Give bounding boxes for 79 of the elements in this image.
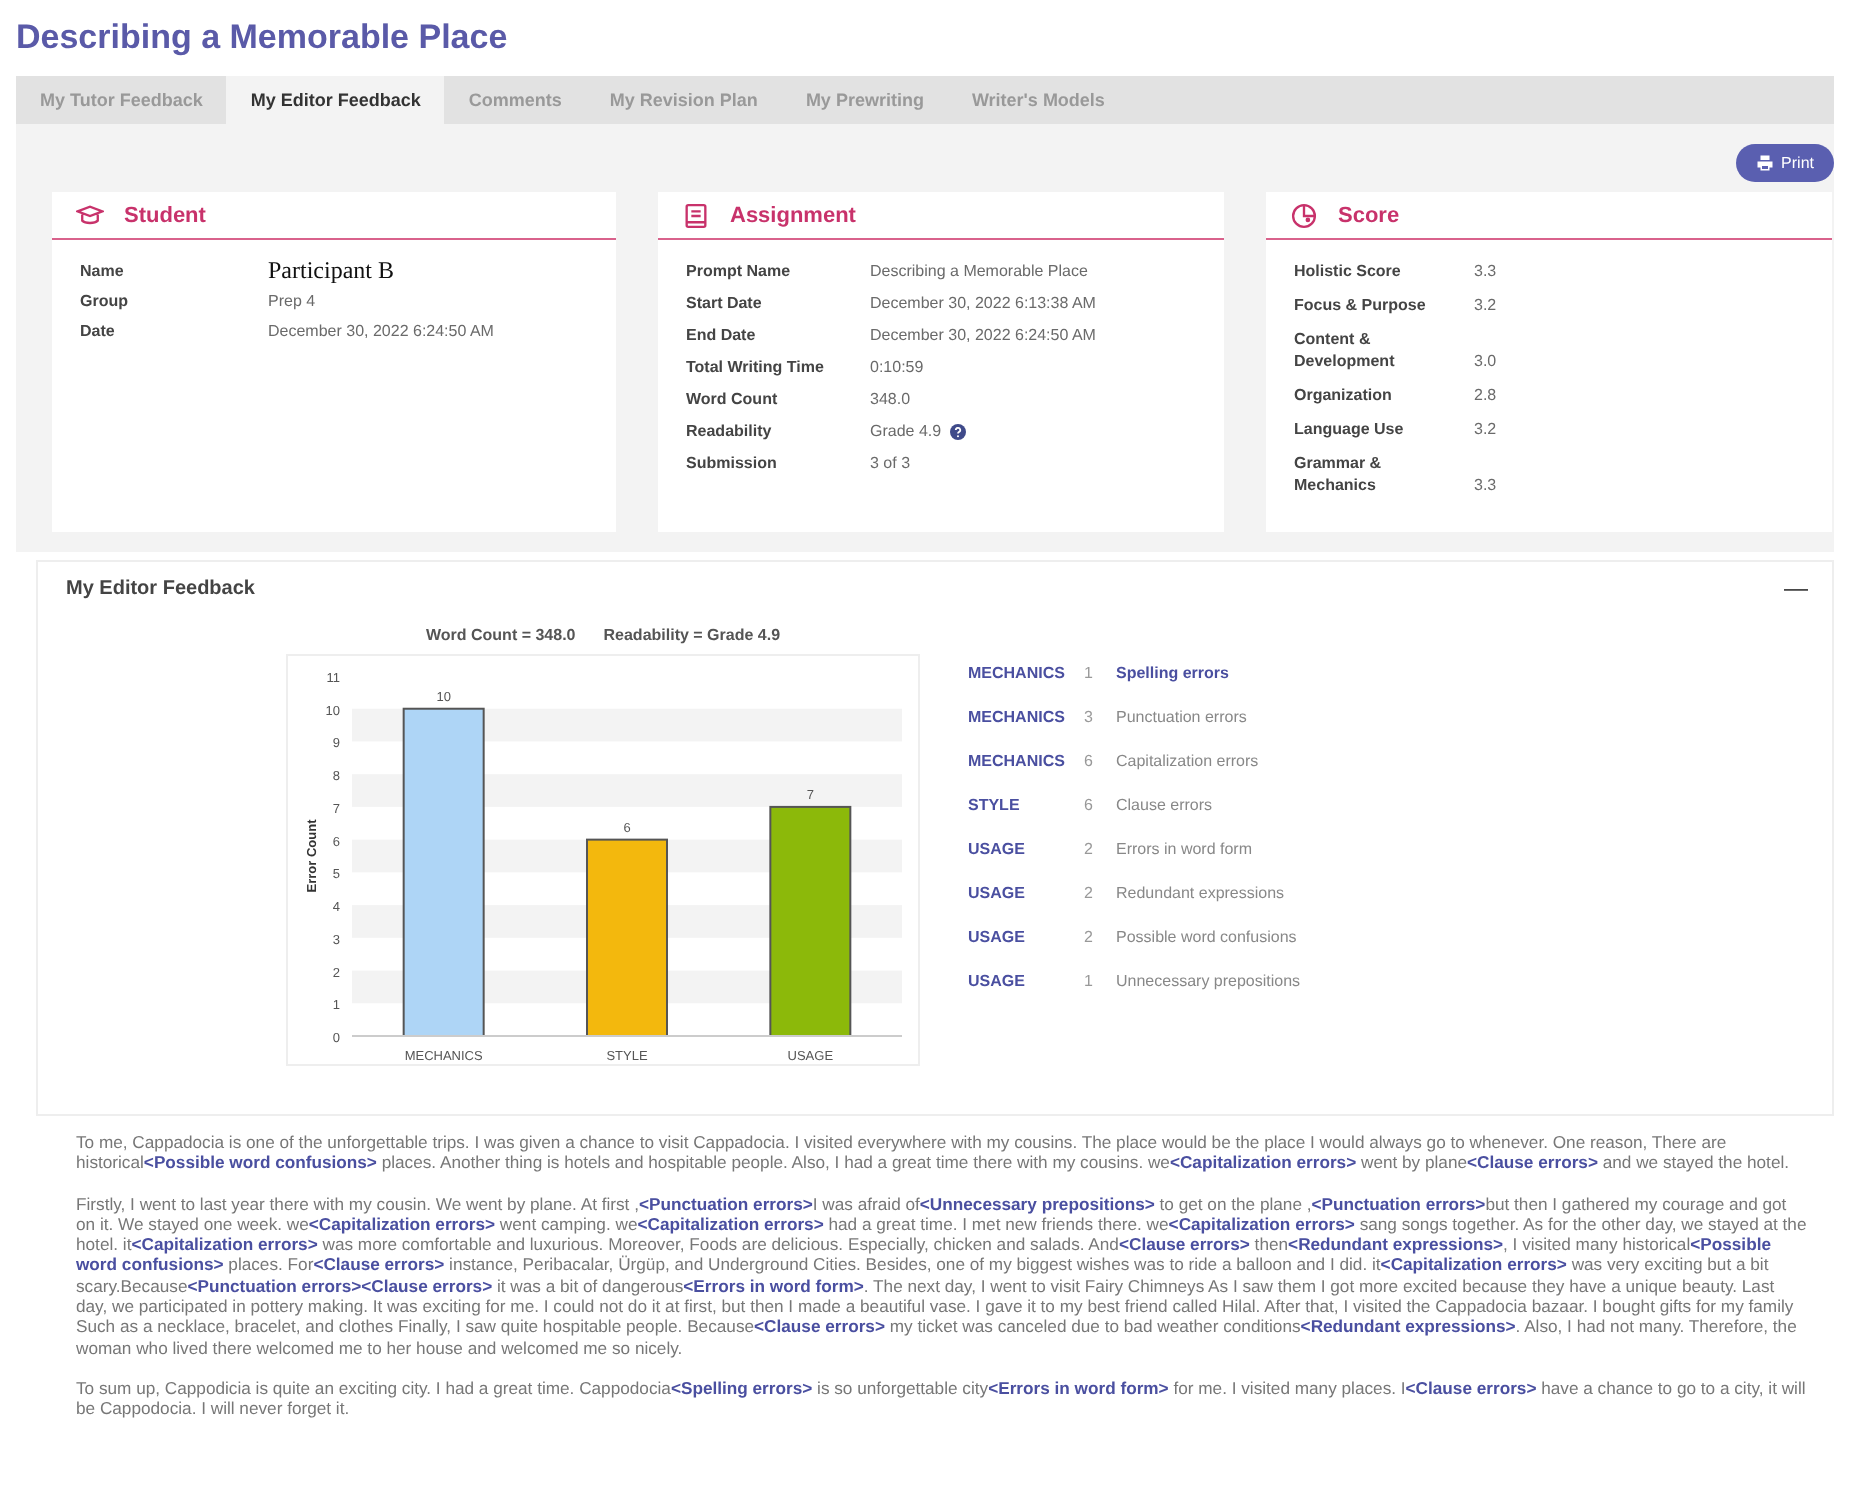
error-type-link[interactable]: Unnecessary prepositions [1116, 972, 1301, 992]
chart-subtitle: Readability = Grade 4.9 [603, 626, 781, 644]
field-label: Submission [686, 452, 779, 474]
field-value: December 30, 2022 6:13:38 AM [870, 292, 1096, 314]
field-value: Participant B [268, 260, 394, 282]
card-title: Student [124, 203, 206, 227]
essay-paragraph: Firstly, I went to last year there with my cousin. We went by plane. At first ,<Punctuation errors>I was afraid of<Unnecessary prepositions> to get on the plane ,<Punctuation errors>but then I gathered my courage and got on it. We stayed one week. we<Capitalization errors> went camping. we<Capitalization errors> had a great time. I met new friends there. we<Capitalization errors> sang songs together. As for the other day, we stayed at the hotel. it<Capitalization errors> was more comfortable and luxurious. Moreover, Foods are delicious. Especially, chicken and salads. And<Clause errors> then<Redundant expressions>, I visited many historical<Possible word confusions> places. For<Clause errors> instance, Peribacalar, Ürgüp, and Underground Cities. Besides, one of my biggest wishes was to ride a balloon and I did. it<Capitalization errors> was very exciting but a bit scary.Because<Punctuation errors><Clause errors> it was a bit of dangerous<Errors in word form>. The next day, I went to visit Fairy Chimneys As I saw them I got more excited because they have a unique beauty. Last day, we participated in pottery making. It was exciting for me. I could not do it at first, but then I made a beautiful vase. I gave it to my best friend called Hilal. After that, I visited the Cappadocia bazaar. I bought gifts for my family Such as a necklace, bracelet, and clothes Finally, I saw quite hospitable people. Because<Clause errors> my ticket was canceled due to bad weather conditions<Redundant expressions>. Also, I had not many. Therefore, the woman who lived there welcomed me to her house and welcomed me so nicely. [76, 1193, 1809, 1358]
field-label: Total Writing Time [686, 356, 826, 378]
field-label: Holistic Score [1294, 260, 1403, 282]
field-label: Readability [686, 420, 774, 442]
field-value: 3.2 [1474, 418, 1497, 440]
book-icon [682, 201, 710, 229]
field-label: Organization [1294, 384, 1394, 406]
tab[interactable]: My Tutor Feedback [16, 76, 227, 124]
error-type-link[interactable]: Spelling errors [1116, 664, 1301, 684]
field-label: Word Count [686, 388, 780, 410]
error-count: 2 [1084, 884, 1095, 904]
tab[interactable]: My Prewriting [781, 76, 948, 124]
tab[interactable]: Comments [444, 76, 586, 124]
graduation-cap-icon [76, 201, 104, 229]
error-category: MECHANICS [968, 708, 1067, 728]
error-category: MECHANICS [968, 664, 1067, 684]
error-category: USAGE [968, 972, 1027, 992]
chart-title: Word Count = 348.0 [425, 626, 576, 644]
field-value: 3 of 3 [870, 452, 911, 474]
tab[interactable]: My Editor Feedback [226, 76, 445, 124]
error-count: 1 [1084, 664, 1095, 684]
field-value: Prep 4 [268, 290, 316, 312]
field-label: Content & Development [1294, 328, 1397, 372]
error-category: USAGE [968, 884, 1027, 904]
collapse-button[interactable]: — [1784, 574, 1808, 602]
tab[interactable]: Writer's Models [947, 76, 1129, 124]
field-label: Date [80, 320, 117, 342]
error-count: 3 [1084, 708, 1095, 728]
field-label: Grammar & Mechanics [1294, 452, 1384, 496]
field-value: December 30, 2022 6:24:50 AM [870, 324, 1096, 346]
error-category: MECHANICS [968, 752, 1067, 772]
error-count: 6 [1084, 796, 1095, 816]
field-label: Start Date [686, 292, 764, 314]
print-button[interactable]: Print [1735, 144, 1834, 182]
error-count: 1 [1084, 972, 1095, 992]
error-type-link[interactable]: Possible word confusions [1116, 928, 1301, 948]
essay-paragraph: To me, Cappadocia is one of the unforgettable trips. I was given a chance to visit Cappadocia. I visited everywhere with my cousins. The place would be the place I would always go to whenever. One reason, There are historical<Possible word confusions> places. Another thing is hotels and hospitable people. Also, I had a great time there with my cousins. we<Capitalization errors> went by plane<Clause errors> and we stayed the hotel. [76, 1132, 1792, 1174]
field-label: Language Use [1294, 418, 1406, 440]
field-value: Grade 4.9 [870, 420, 942, 442]
field-label: Name [80, 260, 126, 282]
field-value: Describing a Memorable Place [870, 260, 1088, 282]
field-label: Focus & Purpose [1294, 294, 1428, 316]
help-icon[interactable] [949, 423, 966, 439]
essay-paragraph: To sum up, Cappodicia is quite an exciting city. I had a great time. Cappodocia<Spelling errors> is so unforgettable city<Errors in word form> for me. I visited many places. I<Clause errors> have a chance to go to a city, it will be Cappodocia. I will never forget it. [76, 1377, 1808, 1420]
field-value: 3.3 [1474, 260, 1497, 282]
field-value: December 30, 2022 6:24:50 AM [268, 320, 494, 342]
error-count: 6 [1084, 752, 1095, 772]
pie-chart-icon [1290, 201, 1318, 229]
field-value: 3.2 [1474, 294, 1497, 316]
field-label: Group [80, 290, 130, 312]
error-count: 2 [1084, 840, 1095, 860]
error-count: 2 [1084, 928, 1095, 948]
error-category: USAGE [968, 840, 1027, 860]
field-value: 3.0 [1474, 350, 1497, 372]
field-label: Prompt Name [686, 260, 793, 282]
error-type-link[interactable]: Punctuation errors [1116, 708, 1301, 728]
error-type-link[interactable]: Clause errors [1116, 796, 1301, 816]
card-title: Assignment [730, 203, 856, 227]
field-value: 3.3 [1474, 474, 1497, 496]
error-type-link[interactable]: Errors in word form [1116, 840, 1301, 860]
field-value: 2.8 [1474, 384, 1497, 406]
field-value: 0:10:59 [870, 356, 924, 378]
error-category: USAGE [968, 928, 1027, 948]
error-type-link[interactable]: Redundant expressions [1116, 884, 1301, 904]
card-title: Score [1338, 203, 1400, 227]
page-title: Describing a Memorable Place [16, 18, 510, 58]
error-type-link[interactable]: Capitalization errors [1116, 752, 1301, 772]
field-value: 348.0 [870, 388, 911, 410]
field-label: End Date [686, 324, 758, 346]
printer-icon [1755, 154, 1774, 172]
error-category: STYLE [968, 796, 1022, 816]
tab[interactable]: My Revision Plan [585, 76, 782, 124]
section-title: My Editor Feedback [66, 577, 255, 599]
